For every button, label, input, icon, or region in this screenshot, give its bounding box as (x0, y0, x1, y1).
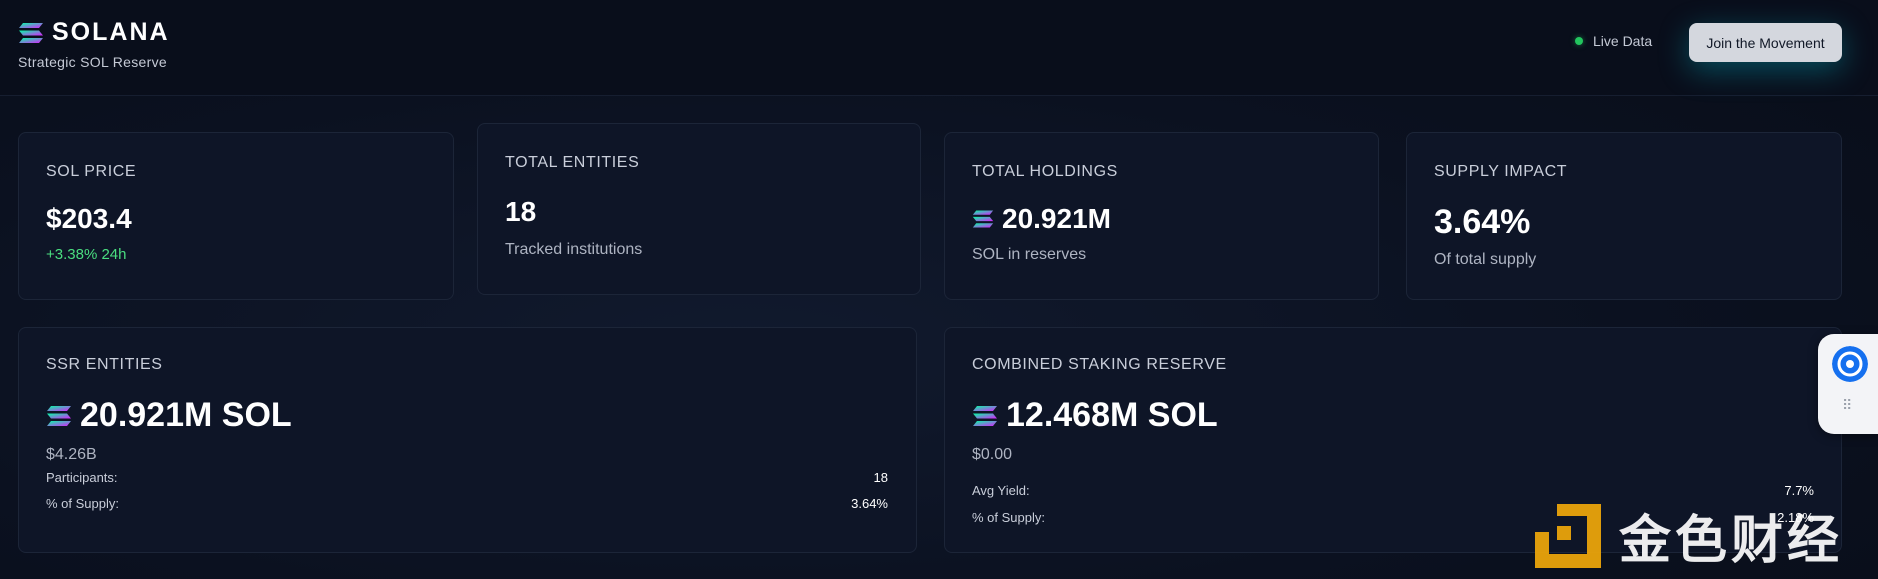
join-movement-button[interactable]: Join the Movement (1689, 23, 1842, 62)
row-label: % of Supply: (972, 510, 1045, 525)
total-holdings-value: 20.921M (972, 203, 1111, 235)
ssr-entities-amount: 20.921M SOL (80, 396, 292, 434)
supply-impact-card: SUPPLY IMPACT 3.64% Of total supply (1406, 132, 1842, 300)
solana-logo-icon (972, 210, 994, 228)
ssr-entities-card: SSR ENTITIES 20.921M SOL $4.26B Particip… (18, 327, 917, 553)
combined-staking-value: 12.468M SOL (972, 396, 1218, 435)
row-value: 7.7% (1784, 483, 1814, 498)
price-change: +3.38% 24h (46, 246, 127, 263)
combined-staking-usd: $0.00 (972, 446, 1013, 463)
supply-impact-value: 3.64% (1434, 203, 1531, 241)
watermark: 金色财经 (1535, 498, 1843, 573)
ssr-entities-value: 20.921M SOL (46, 396, 292, 435)
brand-name: SOLANA (52, 18, 170, 46)
header: SOLANA Strategic SOL Reserve Live Data J… (0, 0, 1878, 96)
card-label: TOTAL ENTITIES (505, 154, 640, 171)
solana-logo-icon (973, 405, 997, 426)
watermark-text: 金色财经 (1619, 511, 1844, 571)
combined-staking-amount: 12.468M SOL (1006, 396, 1218, 434)
solana-logo-icon (47, 405, 71, 426)
card-label: SSR ENTITIES (46, 356, 163, 373)
row-value: 3.64% (851, 496, 888, 511)
live-label: Live Data (1593, 33, 1653, 49)
solana-logo-icon (19, 22, 43, 43)
ssr-participants-row: Participants: 18 (46, 470, 888, 485)
card-label: SUPPLY IMPACT (1434, 163, 1568, 180)
sol-price-value: $203.4 (46, 203, 132, 234)
card-label: COMBINED STAKING RESERVE (972, 356, 1227, 373)
jinse-logo-icon (1535, 503, 1601, 568)
drag-handle-icon[interactable]: ⠿ (1842, 398, 1852, 412)
brand[interactable]: SOLANA (18, 18, 170, 47)
total-holdings-amount: 20.921M (1002, 203, 1111, 234)
sol-price-card: SOL PRICE $203.4 +3.38% 24h (18, 132, 454, 300)
total-entities-value: 18 (505, 196, 537, 227)
total-entities-card: TOTAL ENTITIES 18 Tracked institutions (477, 123, 921, 295)
live-dot-icon (1575, 37, 1583, 45)
total-holdings-card: TOTAL HOLDINGS 20.921M SOL in reserves (944, 132, 1379, 300)
avg-yield-row: Avg Yield: 7.7% (972, 483, 1814, 498)
total-entities-sub: Tracked institutions (505, 241, 643, 258)
row-label: Participants: (46, 470, 118, 485)
row-value: 18 (873, 470, 888, 485)
card-label: TOTAL HOLDINGS (972, 163, 1118, 180)
row-label: Avg Yield: (972, 483, 1030, 498)
brand-subtitle: Strategic SOL Reserve (18, 54, 167, 70)
ssr-entities-usd: $4.26B (46, 446, 97, 463)
floating-widget[interactable]: ⠿ (1818, 334, 1878, 434)
live-indicator: Live Data (1575, 33, 1652, 49)
ssr-supply-row: % of Supply: 3.64% (46, 496, 888, 511)
chat-bubble-icon[interactable] (1832, 346, 1868, 382)
row-label: % of Supply: (46, 496, 119, 511)
total-holdings-sub: SOL in reserves (972, 246, 1087, 263)
card-label: SOL PRICE (46, 163, 137, 180)
supply-impact-sub: Of total supply (1434, 251, 1537, 268)
